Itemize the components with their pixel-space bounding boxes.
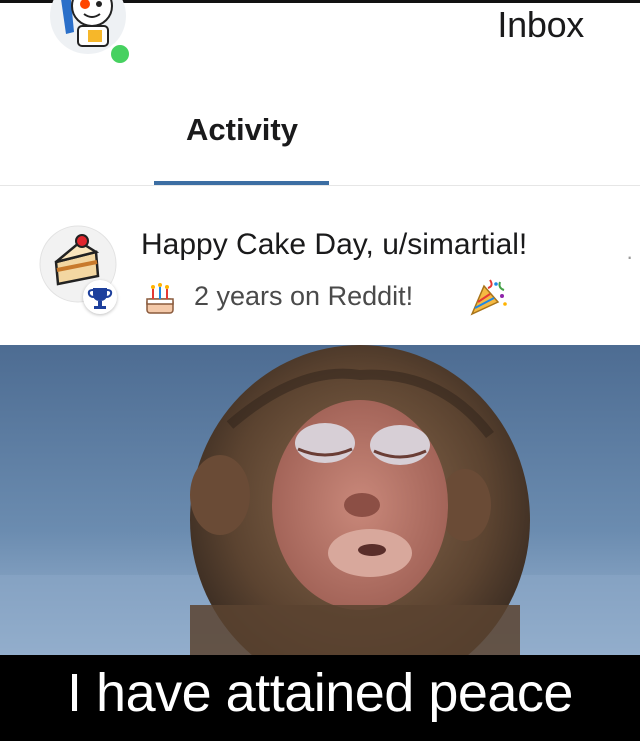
birthday-cake-emoji: [142, 281, 178, 317]
meme-caption: I have attained peace: [67, 663, 573, 723]
notification-title[interactable]: Happy Cake Day, u/simartial!: [141, 228, 527, 262]
tabs-divider: [0, 185, 640, 186]
more-separator: ·: [626, 244, 634, 269]
monkey-eyes-closed-photo: [0, 345, 640, 655]
page-title: Inbox: [497, 4, 584, 45]
party-popper-emoji: [468, 276, 508, 318]
trophy-icon: [83, 280, 117, 314]
tab-activity[interactable]: Activity: [154, 112, 330, 148]
notification-subtitle: 2 years on Reddit!: [194, 281, 414, 311]
online-status-dot: [108, 42, 132, 66]
